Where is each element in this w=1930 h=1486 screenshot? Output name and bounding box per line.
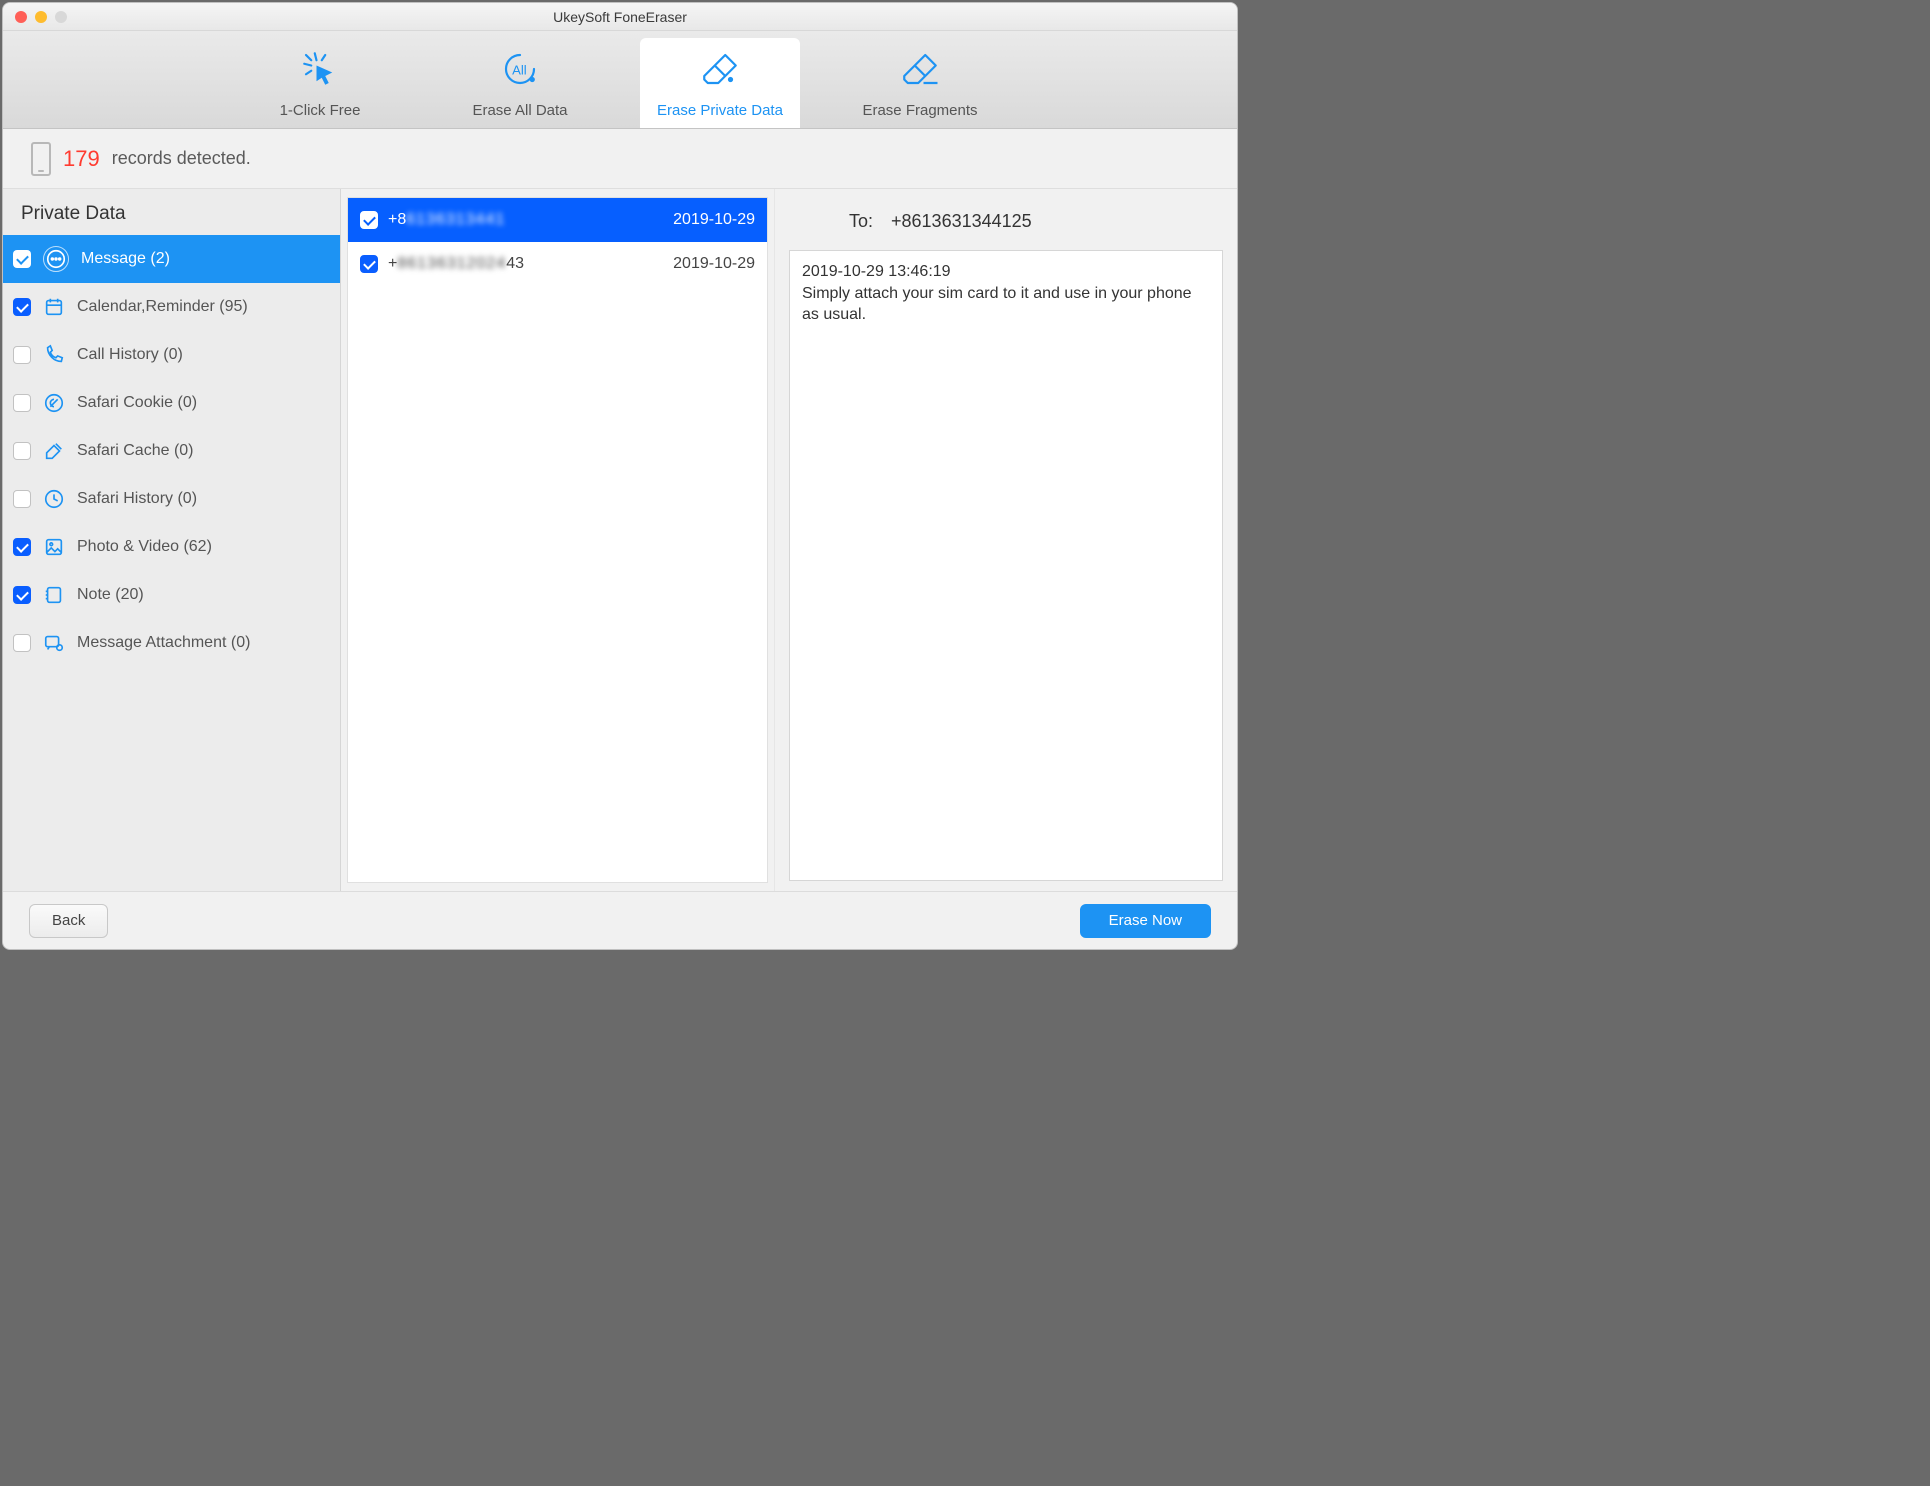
category-icon: [43, 632, 65, 654]
to-label: To:: [849, 211, 873, 232]
titlebar: UkeySoft FoneEraser: [3, 3, 1237, 31]
tab-erase-private[interactable]: Erase Private Data: [640, 38, 800, 128]
message-date: 2019-10-29: [673, 255, 755, 273]
tab-erase-all[interactable]: All Erase All Data: [440, 38, 600, 128]
eraser-fragments-icon: [899, 48, 941, 94]
category-label: Safari History (0): [77, 490, 197, 508]
category-icon: [43, 296, 65, 318]
message-timestamp: 2019-10-29 13:46:19: [802, 261, 1210, 283]
phone-number: +86136313441: [388, 211, 663, 229]
checkbox[interactable]: [360, 211, 378, 229]
tab-label: 1-Click Free: [280, 102, 361, 119]
checkbox[interactable]: [13, 634, 31, 652]
category-label: Note (20): [77, 586, 144, 604]
tab-label: Erase Fragments: [862, 102, 977, 119]
category-icon: [43, 536, 65, 558]
category-label: Message Attachment (0): [77, 634, 250, 652]
eraser-private-icon: [699, 48, 741, 94]
category-icon: [43, 584, 65, 606]
category-icon: [43, 344, 65, 366]
svg-text:All: All: [512, 62, 527, 77]
checkbox[interactable]: [13, 250, 31, 268]
detail-header: To: +8613631344125: [789, 199, 1223, 250]
app-window: UkeySoft FoneEraser 1-Click Free All: [2, 2, 1238, 950]
checkbox[interactable]: [360, 255, 378, 273]
checkbox[interactable]: [13, 538, 31, 556]
sidebar-item-1[interactable]: Calendar,Reminder (95): [3, 283, 340, 331]
back-button[interactable]: Back: [29, 904, 108, 938]
erase-all-icon: All: [499, 48, 541, 94]
content-area: Private Data Message (2) Calendar,Reminde…: [3, 189, 1237, 891]
category-label: Message (2): [81, 250, 170, 268]
tab-label: Erase All Data: [472, 102, 567, 119]
checkbox[interactable]: [13, 298, 31, 316]
category-icon: [43, 440, 65, 462]
category-icon: [43, 246, 69, 272]
checkbox[interactable]: [13, 394, 31, 412]
message-body: Simply attach your sim card to it and us…: [802, 283, 1210, 326]
main-tabs: 1-Click Free All Erase All Data Erase P: [3, 31, 1237, 129]
message-list: +86136313441 2019-10-29 +8613631202443 2019…: [347, 197, 768, 883]
message-date: 2019-10-29: [673, 211, 755, 229]
message-row-0[interactable]: +86136313441 2019-10-29: [348, 198, 767, 242]
sidebar-item-2[interactable]: Call History (0): [3, 331, 340, 379]
message-row-1[interactable]: +8613631202443 2019-10-29: [348, 242, 767, 286]
category-icon: [43, 392, 65, 414]
sidebar-item-8[interactable]: Message Attachment (0): [3, 619, 340, 667]
cursor-click-icon: [299, 48, 341, 94]
sidebar-item-5[interactable]: Safari History (0): [3, 475, 340, 523]
sidebar-item-4[interactable]: Safari Cache (0): [3, 427, 340, 475]
checkbox[interactable]: [13, 346, 31, 364]
sidebar-item-0[interactable]: Message (2): [3, 235, 340, 283]
category-label: Safari Cookie (0): [77, 394, 197, 412]
detail-panel: To: +8613631344125 2019-10-29 13:46:19 S…: [775, 189, 1237, 891]
tab-1-click-free[interactable]: 1-Click Free: [240, 38, 400, 128]
category-list: Message (2) Calendar,Reminder (95) Call Hi…: [3, 235, 340, 891]
category-icon: [43, 488, 65, 510]
erase-now-button[interactable]: Erase Now: [1080, 904, 1211, 938]
record-count: 179: [63, 146, 100, 172]
tab-label: Erase Private Data: [657, 102, 783, 119]
category-label: Safari Cache (0): [77, 442, 194, 460]
to-value: +8613631344125: [891, 211, 1032, 232]
status-bar: 179 records detected.: [3, 129, 1237, 189]
tab-erase-fragments[interactable]: Erase Fragments: [840, 38, 1000, 128]
checkbox[interactable]: [13, 586, 31, 604]
category-label: Calendar,Reminder (95): [77, 298, 248, 316]
message-panel: +86136313441 2019-10-29 +8613631202443 2019…: [341, 189, 775, 891]
sidebar-item-7[interactable]: Note (20): [3, 571, 340, 619]
footer: Back Erase Now: [3, 891, 1237, 949]
sidebar: Private Data Message (2) Calendar,Reminde…: [3, 189, 341, 891]
window-title: UkeySoft FoneEraser: [3, 9, 1237, 25]
sidebar-title: Private Data: [3, 189, 340, 235]
category-label: Photo & Video (62): [77, 538, 212, 556]
category-label: Call History (0): [77, 346, 183, 364]
phone-number: +8613631202443: [388, 255, 663, 273]
checkbox[interactable]: [13, 490, 31, 508]
status-text: records detected.: [112, 148, 251, 169]
phone-icon: [31, 142, 51, 176]
sidebar-item-6[interactable]: Photo & Video (62): [3, 523, 340, 571]
sidebar-item-3[interactable]: Safari Cookie (0): [3, 379, 340, 427]
checkbox[interactable]: [13, 442, 31, 460]
message-content: 2019-10-29 13:46:19 Simply attach your s…: [789, 250, 1223, 881]
